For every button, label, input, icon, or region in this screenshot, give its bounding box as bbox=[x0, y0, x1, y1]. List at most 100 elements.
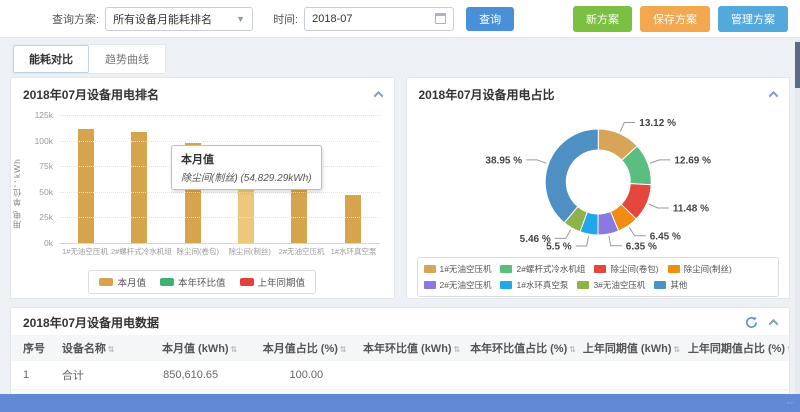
pie-percentage-label: 38.95 % bbox=[485, 155, 522, 166]
bar[interactable] bbox=[345, 195, 361, 243]
query-scheme-label: 查询方案: bbox=[52, 11, 99, 27]
collapse-chevron-up-icon[interactable] bbox=[769, 319, 779, 329]
pie-legend: 1#无油空压机 2#螺杆式冷水机组除尘间(卷包) 除尘间(制丝) 2#无油空压机 1#水… bbox=[417, 257, 780, 297]
save-scheme-button[interactable]: 保存方案 bbox=[640, 6, 710, 32]
legend-item[interactable]: 1#无油空压机 bbox=[424, 263, 492, 275]
x-axis-label: 1#无油空压机 bbox=[59, 246, 111, 257]
query-scheme-select[interactable]: 所有设备月能耗排名 ▼ bbox=[105, 7, 253, 31]
bar-slot bbox=[59, 115, 112, 243]
legend-swatch bbox=[594, 265, 606, 273]
collapse-chevron-up-icon[interactable] bbox=[373, 91, 383, 101]
collapse-chevron-up-icon[interactable] bbox=[769, 91, 779, 101]
column-header[interactable]: 本年环比值 (kWh)⇅ bbox=[357, 335, 466, 361]
pie-leader-line bbox=[629, 228, 646, 236]
table-cell bbox=[357, 361, 466, 390]
table-cell: 合计 bbox=[50, 361, 147, 390]
legend-item[interactable]: 除尘间(制丝) bbox=[668, 263, 732, 275]
pie-percentage-label: 12.69 % bbox=[674, 155, 711, 166]
bar-panel-header: 2018年07月设备用电排名 bbox=[11, 78, 394, 107]
bar[interactable] bbox=[291, 188, 307, 243]
column-header-label: 上年同期值 (kWh) bbox=[583, 343, 672, 355]
table-row[interactable]: 1合计850,610.65100.00 bbox=[11, 361, 789, 390]
table-cell: 850,610.65 bbox=[147, 361, 252, 390]
tab-energy-compare[interactable]: 能耗对比 bbox=[13, 45, 89, 73]
manage-scheme-button[interactable]: 管理方案 bbox=[718, 6, 788, 32]
legend-swatch bbox=[160, 278, 174, 286]
y-axis-tick-label: 125k bbox=[23, 110, 53, 120]
table-header-row: 序号设备名称⇅本月值 (kWh)⇅本月值占比 (%)⇅本年环比值 (kWh)⇅本… bbox=[11, 335, 789, 361]
legend-swatch bbox=[500, 281, 512, 289]
legend-item[interactable]: 上年同期值 bbox=[240, 275, 306, 289]
column-header[interactable]: 设备名称⇅ bbox=[50, 335, 147, 361]
bar[interactable] bbox=[131, 132, 147, 243]
gridline bbox=[59, 141, 380, 142]
time-label: 时间: bbox=[273, 11, 298, 27]
bar-legend-row: 本月值 本年环比值上年同期值 bbox=[11, 270, 394, 294]
column-header[interactable]: 本年环比值占比 (%)⇅ bbox=[466, 335, 579, 361]
legend-item[interactable]: 1#水环真空泵 bbox=[500, 279, 568, 291]
calendar-icon[interactable] bbox=[435, 13, 446, 24]
sort-icon[interactable]: ⇅ bbox=[569, 345, 576, 354]
pie-panel-title: 2018年07月设备用电占比 bbox=[419, 86, 555, 103]
query-button[interactable]: 查询 bbox=[466, 7, 514, 31]
sort-icon[interactable]: ⇅ bbox=[454, 345, 461, 354]
pie-leader-line bbox=[526, 160, 546, 163]
time-input[interactable]: 2018-07 bbox=[304, 7, 454, 31]
legend-item[interactable]: 2#螺杆式冷水机组 bbox=[500, 263, 585, 275]
legend-label: 其他 bbox=[670, 279, 687, 291]
column-header[interactable]: 上年同期值 (kWh)⇅ bbox=[579, 335, 684, 361]
legend-swatch bbox=[424, 281, 436, 289]
tooltip-value: 除尘间(制丝) (54,829.29kWh) bbox=[181, 169, 312, 184]
legend-label: 本年环比值 bbox=[178, 275, 226, 289]
legend-label: 1#无油空压机 bbox=[440, 263, 492, 275]
legend-item[interactable]: 本年环比值 bbox=[160, 275, 226, 289]
legend-item[interactable]: 2#无油空压机 bbox=[424, 279, 492, 291]
tab-trend-curve[interactable]: 趋势曲线 bbox=[89, 45, 165, 73]
table-cell bbox=[579, 361, 684, 390]
legend-label: 3#无油空压机 bbox=[593, 279, 645, 291]
table-cell: 100.00 bbox=[252, 361, 357, 390]
new-scheme-button[interactable]: 新方案 bbox=[573, 6, 632, 32]
legend-item[interactable]: 其他 bbox=[654, 279, 687, 291]
bar[interactable] bbox=[238, 187, 254, 243]
pie-percentage-label: 6.35 % bbox=[625, 241, 656, 252]
bar-y-axis-unit: 用电 单位：kWh bbox=[11, 129, 23, 229]
legend-item[interactable]: 3#无油空压机 bbox=[577, 279, 645, 291]
donut-chart: 13.12 %12.69 %11.48 %6.45 %6.35 %5.5 %5.… bbox=[407, 107, 790, 255]
x-axis-label: 2#螺杆式冷水机组 bbox=[111, 246, 172, 257]
legend-label: 本月值 bbox=[117, 275, 146, 289]
legend-item[interactable]: 除尘间(卷包) bbox=[594, 263, 658, 275]
refresh-icon[interactable] bbox=[745, 316, 758, 329]
table-cell bbox=[466, 361, 579, 390]
scrollbar-grip-icon: ⇔ bbox=[785, 397, 795, 408]
pie-chart-panel: 2018年07月设备用电占比 13.12 %12.69 %11.48 %6.45… bbox=[406, 77, 791, 299]
legend-swatch bbox=[577, 281, 589, 289]
sort-icon[interactable]: ⇅ bbox=[340, 345, 347, 354]
sort-icon[interactable]: ⇅ bbox=[231, 345, 238, 354]
column-header-label: 本年环比值占比 (%) bbox=[470, 343, 567, 355]
chevron-down-icon: ▼ bbox=[236, 14, 245, 24]
legend-item[interactable]: 本月值 bbox=[99, 275, 146, 289]
bar-panel-title: 2018年07月设备用电排名 bbox=[23, 86, 159, 103]
table-panel: 2018年07月设备用电数据 序号设备名称⇅本月值 (kWh)⇅本月值占比 (%… bbox=[10, 307, 790, 403]
data-table: 序号设备名称⇅本月值 (kWh)⇅本月值占比 (%)⇅本年环比值 (kWh)⇅本… bbox=[11, 335, 789, 403]
column-header-label: 设备名称 bbox=[62, 343, 106, 355]
legend-swatch bbox=[500, 265, 512, 273]
tab-group: 能耗对比 趋势曲线 bbox=[12, 44, 166, 74]
pie-slice[interactable] bbox=[545, 129, 598, 223]
bar[interactable] bbox=[78, 129, 94, 243]
column-header[interactable]: 本月值 (kWh)⇅ bbox=[147, 335, 252, 361]
x-axis-label: 1#水环真空泵 bbox=[328, 246, 380, 257]
sort-icon[interactable]: ⇅ bbox=[108, 345, 115, 354]
column-header-label: 本月值占比 (%) bbox=[263, 343, 338, 355]
bar-slot bbox=[326, 115, 379, 243]
pie-leader-line bbox=[554, 230, 570, 239]
column-header[interactable]: 本月值占比 (%)⇅ bbox=[252, 335, 357, 361]
legend-swatch bbox=[99, 278, 113, 286]
vertical-scrollbar-track[interactable] bbox=[795, 40, 800, 394]
horizontal-scrollbar[interactable]: ⇔ bbox=[0, 394, 800, 412]
sort-icon[interactable]: ⇅ bbox=[673, 345, 680, 354]
vertical-scrollbar-thumb[interactable] bbox=[795, 42, 800, 88]
sort-icon[interactable]: ⇅ bbox=[787, 345, 789, 354]
column-header[interactable]: 上年同期值占比 (%)⇅ bbox=[684, 335, 789, 361]
